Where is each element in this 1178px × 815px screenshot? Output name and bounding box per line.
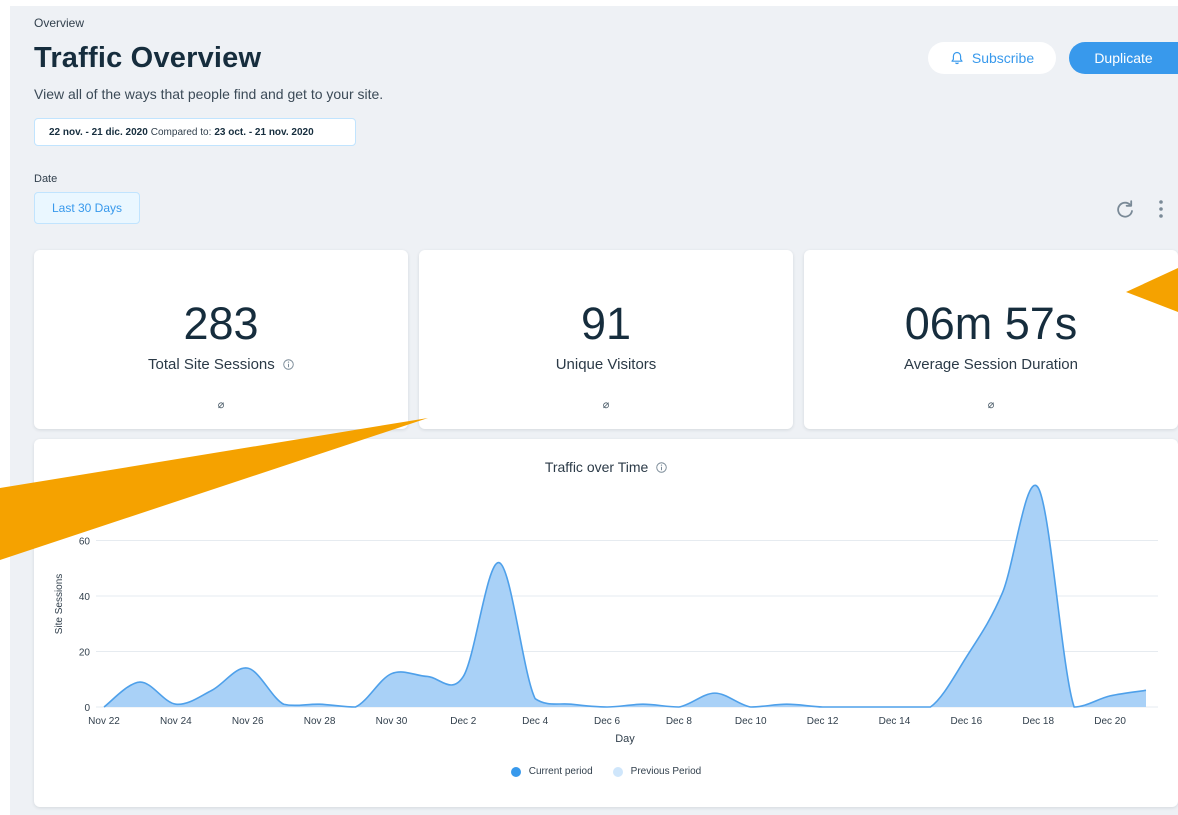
- y-axis-label: Site Sessions: [54, 574, 65, 635]
- y-tick-label: 20: [79, 648, 91, 659]
- kpi-label-text: Total Site Sessions: [148, 356, 275, 373]
- duplicate-button[interactable]: Duplicate: [1069, 42, 1178, 74]
- kpi-label: Total Site Sessions: [34, 356, 408, 373]
- dashboard-page: Overview Traffic Overview View all of th…: [10, 6, 1178, 815]
- subscribe-label: Subscribe: [971, 50, 1035, 66]
- kpi-value: 283: [183, 298, 259, 349]
- page-title: Traffic Overview: [34, 42, 262, 74]
- y-tick-label: 40: [79, 592, 91, 603]
- more-vertical-icon[interactable]: [1154, 198, 1168, 220]
- bell-icon: [951, 51, 963, 65]
- kpi-value: 91: [580, 298, 632, 349]
- traffic-chart[interactable]: 0 20 40 60 Site Sessions Nov 22 Nov 24 Nov 26 No…: [34, 439, 1178, 769]
- kpi-label: Average Session Duration: [904, 356, 1078, 373]
- kpi-change: ⌀: [987, 399, 995, 411]
- x-tick-label: Nov 22: [88, 716, 120, 727]
- breadcrumb[interactable]: Overview: [34, 16, 84, 30]
- kpi-card-unique-visitors: 91 Unique Visitors ⌀: [419, 250, 793, 429]
- x-tick-label: Dec 8: [666, 716, 693, 727]
- x-tick-label: Nov 28: [304, 716, 336, 727]
- chart-legend: Current period Previous Period: [34, 766, 1178, 777]
- legend-item-previous[interactable]: Previous Period: [612, 766, 702, 777]
- x-tick-label: Dec 14: [879, 716, 911, 727]
- x-tick-label: Dec 4: [522, 716, 549, 727]
- legend-dot-current: [510, 766, 521, 777]
- kpi-card-total-sessions: 283 Total Site Sessions ⌀: [34, 250, 408, 429]
- kpi-change: ⌀: [217, 399, 225, 411]
- compared-label: Compared to:: [150, 126, 212, 138]
- x-tick-label: Dec 10: [735, 716, 767, 727]
- kpi-card-avg-duration: 06m 57s Average Session Duration ⌀: [804, 250, 1178, 429]
- traffic-chart-card: Traffic over Time 0 20 40 60 Site Sessions No…: [34, 439, 1178, 807]
- x-tick-label: Dec 18: [1022, 716, 1054, 727]
- kpi-change: ⌀: [602, 399, 610, 411]
- subscribe-button[interactable]: Subscribe: [928, 42, 1056, 74]
- x-tick-label: Dec 6: [594, 716, 621, 727]
- kpi-label: Unique Visitors: [555, 356, 657, 373]
- x-tick-label: Nov 26: [232, 716, 264, 727]
- legend-dot-previous: [612, 766, 623, 777]
- legend-label: Current period: [528, 766, 593, 777]
- legend-label: Previous Period: [630, 766, 702, 777]
- y-tick-label: 60: [79, 537, 91, 548]
- x-tick-label: Dec 2: [450, 716, 477, 727]
- x-tick-label: Nov 24: [160, 716, 192, 727]
- date-range-summary: 22 nov. - 21 dic. 2020 Compared to: 23 o…: [34, 118, 356, 146]
- legend-item-current[interactable]: Current period: [510, 766, 593, 777]
- date-filter-label: Date: [34, 173, 58, 185]
- current-date-range: 22 nov. - 21 dic. 2020: [49, 126, 148, 138]
- x-tick-label: Dec 12: [807, 716, 839, 727]
- kpi-value: 06m 57s: [904, 298, 1078, 349]
- x-tick-label: Dec 20: [1094, 716, 1126, 727]
- y-tick-label: 0: [84, 703, 90, 714]
- date-filter-select[interactable]: Last 30 Days: [34, 192, 140, 224]
- previous-date-range: 23 oct. - 21 nov. 2020: [214, 126, 314, 138]
- info-icon[interactable]: [283, 359, 294, 370]
- x-tick-label: Nov 30: [376, 716, 408, 727]
- refresh-icon[interactable]: [1114, 198, 1136, 220]
- page-subtitle: View all of the ways that people find an…: [34, 86, 384, 102]
- x-tick-label: Dec 16: [951, 716, 983, 727]
- x-axis-label: Day: [615, 733, 635, 745]
